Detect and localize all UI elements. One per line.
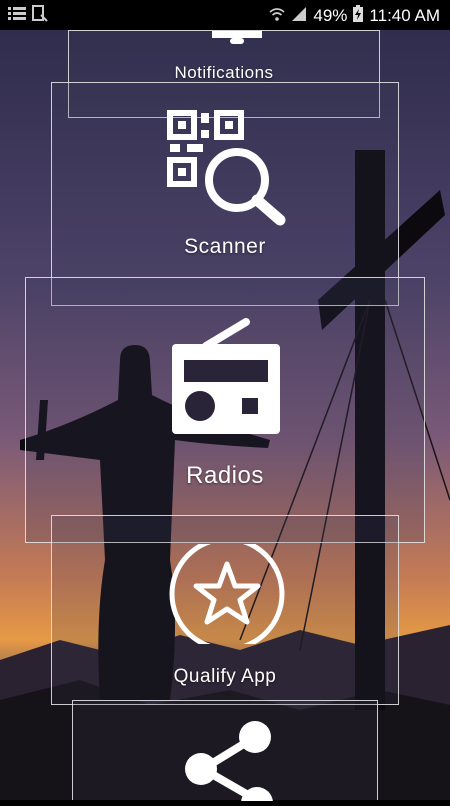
notification-bell-icon: [212, 31, 262, 52]
clock: 11:40 AM: [369, 6, 440, 25]
radio-icon: [166, 316, 286, 441]
status-bar: 49% 11:40 AM: [0, 0, 450, 30]
menu-item-label: Notifications: [174, 63, 274, 82]
star-icon: [168, 536, 286, 652]
menu-item-qualify-app[interactable]: Qualify App: [51, 515, 399, 705]
battery-charging-icon: [353, 5, 364, 27]
menu-item-radios[interactable]: Radios: [25, 277, 425, 543]
download-icon: [32, 5, 48, 28]
signal-icon: [291, 6, 307, 27]
menu-item-label: Radios: [186, 462, 264, 489]
menu-item-label: Qualify App: [173, 666, 277, 687]
menu-icon: [8, 6, 26, 27]
battery-percent: 49%: [313, 6, 348, 25]
menu-item-label: Scanner: [184, 235, 266, 258]
qr-scanner-icon: [165, 108, 290, 233]
menu-item-share[interactable]: [72, 700, 378, 806]
share-icon: [173, 721, 283, 806]
wifi-icon: [269, 6, 285, 27]
menu-item-scanner[interactable]: Scanner: [51, 82, 399, 306]
